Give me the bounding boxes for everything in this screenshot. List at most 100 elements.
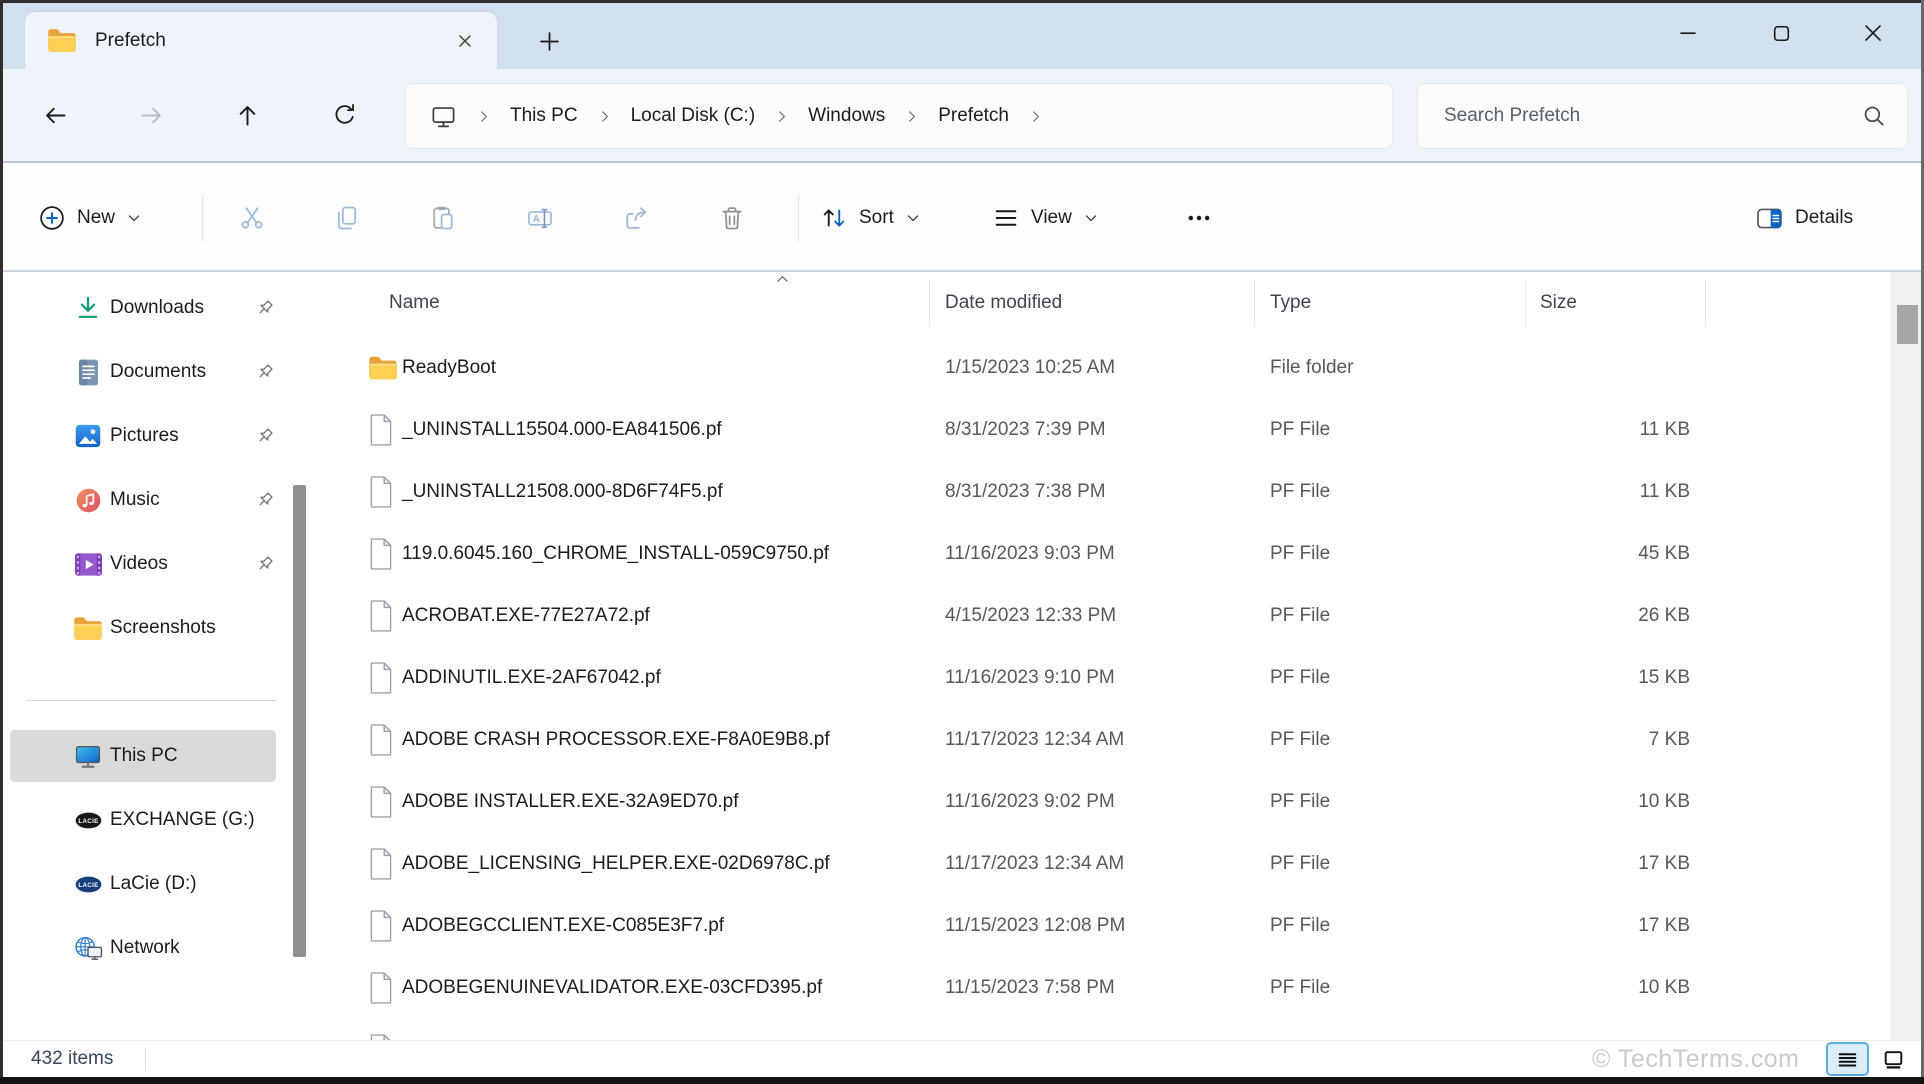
table-row[interactable]: ADOBEGENUINEVALIDATOR.EXE-03CFD395.pf11/… xyxy=(280,957,1890,1019)
pin-icon xyxy=(248,362,280,383)
table-row[interactable]: ADDINUTIL.EXE-2AF67042.pf11/16/2023 9:10… xyxy=(280,647,1890,709)
sidebar-item-videos[interactable]: Videos xyxy=(10,540,276,588)
close-window-button[interactable] xyxy=(1844,10,1902,56)
tab-label: Prefetch xyxy=(95,30,437,52)
breadcrumb-chevron[interactable] xyxy=(588,104,621,129)
maximize-button[interactable] xyxy=(1752,10,1810,56)
file-name: ACROBAT.EXE-77E27A72.pf xyxy=(402,605,650,627)
sidebar-item-lacie-d[interactable]: LACIELaCie (D:) xyxy=(10,858,276,910)
window-border xyxy=(0,0,3,1084)
minimize-button[interactable] xyxy=(1659,10,1717,56)
thumbnail-view-button[interactable] xyxy=(1876,1042,1910,1076)
tab-close-button[interactable] xyxy=(437,24,471,58)
list-scrollbar[interactable] xyxy=(1891,272,1921,1040)
table-row[interactable]: ADOBE_LICENSING_HELPER.EXE-02D6978C.pf11… xyxy=(280,833,1890,895)
details-view-button[interactable] xyxy=(1826,1042,1869,1076)
sort-button-label: Sort xyxy=(859,207,894,229)
breadcrumb-chevron[interactable] xyxy=(467,104,500,129)
copy-button[interactable] xyxy=(318,187,376,249)
tab-prefetch[interactable]: Prefetch xyxy=(25,12,497,69)
list-view-icon xyxy=(1835,1047,1860,1072)
table-row[interactable]: ReadyBoot1/15/2023 10:25 AMFile folder xyxy=(280,337,1890,399)
column-header-type[interactable]: Type xyxy=(1270,272,1311,333)
arrow-right-icon xyxy=(138,102,165,129)
file-type: File folder xyxy=(1270,357,1353,379)
search-input[interactable] xyxy=(1418,105,1861,127)
sidebar-item-label: This PC xyxy=(110,745,178,767)
file-size: 17 KB xyxy=(1550,853,1690,875)
breadcrumb-chevron[interactable] xyxy=(895,104,928,129)
cut-icon xyxy=(238,204,266,232)
table-row[interactable]: ACROBAT.EXE-77E27A72.pf4/15/2023 12:33 P… xyxy=(280,585,1890,647)
breadcrumb-item[interactable]: This PC xyxy=(500,99,588,133)
circle-plus-icon xyxy=(38,204,66,232)
sort-button[interactable]: Sort xyxy=(808,187,933,249)
status-bar: 432 items © TechTerms.com xyxy=(0,1040,1924,1077)
file-name: ReadyBoot xyxy=(402,357,496,379)
sidebar-item-label: EXCHANGE (G:) xyxy=(110,809,255,831)
new-button[interactable]: New xyxy=(26,187,154,249)
sidebar-item-network[interactable]: Network xyxy=(10,922,276,974)
maximize-icon xyxy=(1769,21,1794,46)
back-button[interactable] xyxy=(32,93,78,137)
sidebar-item-exchange-g[interactable]: LACIE EXCHANGE (G:) xyxy=(10,794,276,846)
share-icon xyxy=(622,204,650,232)
column-header-name[interactable]: Name xyxy=(389,272,440,333)
file-date-modified: 11/15/2023 12:08 PM xyxy=(945,915,1125,937)
column-divider[interactable] xyxy=(1705,280,1706,326)
table-row[interactable]: _UNINSTALL15504.000-EA841506.pf8/31/2023… xyxy=(280,399,1890,461)
column-divider[interactable] xyxy=(1254,280,1255,326)
status-divider xyxy=(145,1048,146,1071)
up-button[interactable] xyxy=(224,93,270,137)
breadcrumb-item[interactable]: Windows xyxy=(798,99,895,133)
table-row[interactable]: _UNINSTALL21508.000-8D6F74F5.pf8/31/2023… xyxy=(280,461,1890,523)
navigation-bar: This PC Local Disk (C:) Windows Prefetch xyxy=(0,69,1924,163)
more-options-button[interactable] xyxy=(1170,187,1228,249)
file-name: _UNINSTALL15504.000-EA841506.pf xyxy=(402,419,722,441)
breadcrumb[interactable]: This PC Local Disk (C:) Windows Prefetch xyxy=(405,83,1393,149)
file-type: PF File xyxy=(1270,419,1330,441)
table-row[interactable]: ADOBEGCCLIENT.EXE-C085E3F7.pf11/15/2023 … xyxy=(280,895,1890,957)
sidebar-item-music[interactable]: Music xyxy=(10,476,276,524)
details-pane-button[interactable]: Details xyxy=(1743,187,1865,249)
delete-button[interactable] xyxy=(703,187,761,249)
close-icon xyxy=(1860,20,1886,46)
refresh-button[interactable] xyxy=(321,93,367,137)
column-header-size[interactable]: Size xyxy=(1540,272,1577,333)
breadcrumb-chevron[interactable] xyxy=(765,104,798,129)
file-icon xyxy=(368,724,394,756)
breadcrumb-item[interactable]: Prefetch xyxy=(928,99,1019,133)
copy-icon xyxy=(333,204,361,232)
pin-icon xyxy=(248,426,280,447)
documents-icon xyxy=(72,358,104,387)
cut-button[interactable] xyxy=(223,187,281,249)
rename-button[interactable]: A xyxy=(511,187,569,249)
file-type: PF File xyxy=(1270,915,1330,937)
column-divider[interactable] xyxy=(929,280,930,326)
paste-button[interactable] xyxy=(414,187,472,249)
search-box[interactable] xyxy=(1417,83,1908,149)
list-scrollbar-thumb[interactable] xyxy=(1897,305,1918,344)
column-header-date-modified[interactable]: Date modified xyxy=(945,272,1062,333)
table-row[interactable]: 119.0.6045.160_CHROME_INSTALL-059C9750.p… xyxy=(280,523,1890,585)
sidebar-item-pictures[interactable]: Pictures xyxy=(10,412,276,460)
view-button-label: View xyxy=(1031,207,1072,229)
column-divider[interactable] xyxy=(1525,280,1526,326)
file-name: ADOBE CRASH PROCESSOR.EXE-F8A0E9B8.pf xyxy=(402,729,830,751)
sidebar-item-label: LaCie (D:) xyxy=(110,873,197,895)
main-content: Downloads Documents Pictures Music Videos Scr… xyxy=(0,272,1924,1040)
sidebar-item-this-pc[interactable]: This PC xyxy=(10,730,276,782)
sidebar-item-downloads[interactable]: Downloads xyxy=(10,284,276,332)
view-button[interactable]: View xyxy=(980,187,1111,249)
breadcrumb-chevron[interactable] xyxy=(1019,104,1052,129)
sidebar-item-documents[interactable]: Documents xyxy=(10,348,276,396)
table-row[interactable]: ADOBE INSTALLER.EXE-32A9ED70.pf11/16/202… xyxy=(280,771,1890,833)
table-row-partial[interactable] xyxy=(280,1019,1890,1040)
breadcrumb-item[interactable]: Local Disk (C:) xyxy=(621,99,766,133)
sidebar-item-screenshots[interactable]: Screenshots xyxy=(10,604,276,652)
share-button[interactable] xyxy=(607,187,665,249)
new-tab-button[interactable] xyxy=(528,22,570,60)
table-row[interactable]: ADOBE CRASH PROCESSOR.EXE-F8A0E9B8.pf11/… xyxy=(280,709,1890,771)
forward-button[interactable] xyxy=(128,93,174,137)
svg-text:LACIE: LACIE xyxy=(78,817,98,824)
